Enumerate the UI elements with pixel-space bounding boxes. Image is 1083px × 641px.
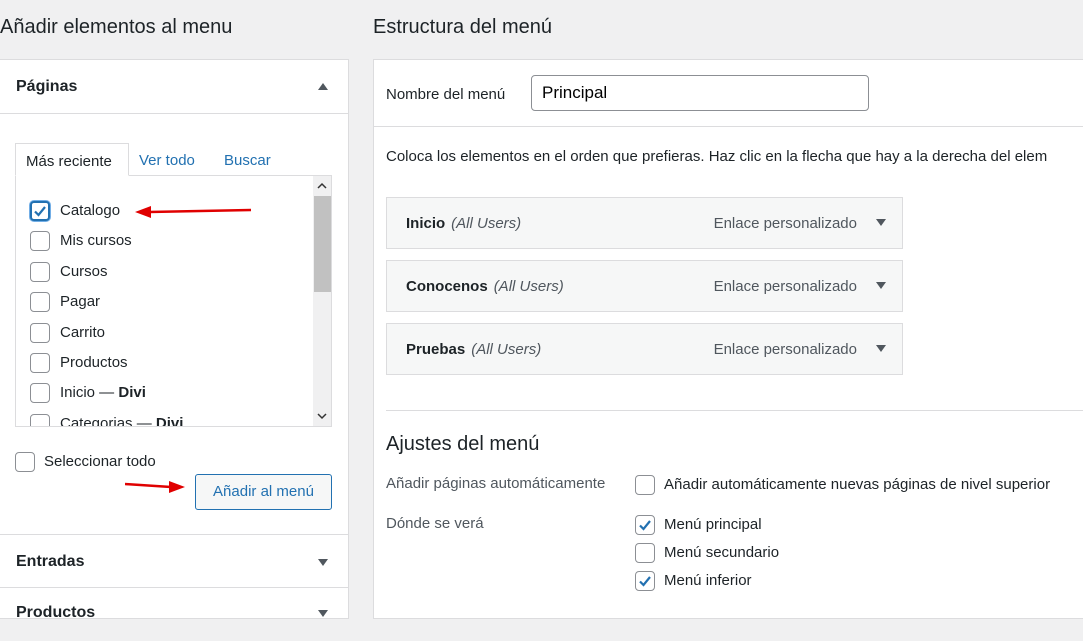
products-section-header[interactable]: Productos	[0, 587, 348, 641]
menu-name-input[interactable]	[531, 75, 869, 111]
annotation-arrow-icon	[135, 206, 252, 218]
products-section-title: Productos	[16, 604, 96, 621]
page-label: Inicio —	[60, 384, 119, 401]
menu-item-inicio[interactable]: Inicio (All Users) Enlace personalizado	[386, 197, 903, 249]
expand-arrow-icon[interactable]	[876, 345, 886, 352]
add-to-menu-button[interactable]: Añadir al menú	[195, 474, 332, 510]
expand-arrow-icon[interactable]	[318, 559, 328, 566]
checkbox[interactable]	[30, 414, 50, 426]
menu-settings-title: Ajustes del menú	[386, 433, 540, 455]
checkbox[interactable]	[30, 383, 50, 403]
select-all-checkbox[interactable]	[15, 452, 35, 472]
checkbox[interactable]	[635, 515, 655, 535]
auto-add-option-label: Añadir automáticamente nuevas páginas de…	[664, 476, 1051, 493]
scrollbar-thumb[interactable]	[314, 196, 331, 292]
checkbox[interactable]	[30, 231, 50, 251]
collapse-arrow-icon[interactable]	[318, 83, 328, 90]
page-label: Cursos	[60, 263, 108, 280]
auto-add-checkbox[interactable]	[635, 475, 655, 495]
expand-arrow-icon[interactable]	[876, 219, 886, 226]
checkbox[interactable]	[30, 201, 50, 221]
menu-item-title: Conocenos	[406, 278, 488, 295]
annotation-arrow-icon	[125, 481, 185, 493]
checkbox[interactable]	[30, 292, 50, 312]
tab-search[interactable]: Buscar	[224, 152, 271, 169]
right-panel-title: Estructura del menú	[373, 16, 552, 38]
page-label: Pagar	[60, 293, 101, 310]
page-label: Productos	[60, 354, 128, 371]
location-option-label: Menú inferior	[664, 572, 752, 589]
page-label-suffix: Divi	[155, 415, 184, 427]
entries-section-header[interactable]: Entradas	[0, 534, 348, 588]
menu-item-role: (All Users)	[493, 278, 564, 295]
expand-arrow-icon[interactable]	[876, 282, 886, 289]
menu-item-pruebas[interactable]: Pruebas (All Users) Enlace personalizado	[386, 323, 903, 375]
menu-instructions: Coloca los elementos en el orden que pre…	[386, 148, 1048, 165]
tab-most-recent[interactable]: Más reciente	[15, 143, 129, 176]
menu-item-type: Enlace personalizado	[713, 341, 857, 358]
chevron-down-icon[interactable]	[317, 411, 327, 421]
menu-name-label: Nombre del menú	[386, 86, 506, 103]
page-label: Mis cursos	[60, 232, 132, 249]
checkbox[interactable]	[30, 262, 50, 282]
page-label: Categorias —	[60, 415, 156, 427]
select-all-label: Seleccionar todo	[44, 453, 156, 470]
location-label: Dónde se verá	[386, 515, 484, 532]
location-option-label: Menú principal	[664, 516, 762, 533]
page-label: Carrito	[60, 324, 106, 341]
list-scrollbar[interactable]	[313, 176, 331, 426]
page-label: Catalogo	[60, 202, 121, 219]
checkbox[interactable]	[635, 571, 655, 591]
page-label-suffix: Divi	[118, 384, 146, 401]
checkbox[interactable]	[635, 543, 655, 563]
menu-item-type: Enlace personalizado	[713, 278, 857, 295]
checkbox[interactable]	[30, 353, 50, 373]
auto-add-label: Añadir páginas automáticamente	[386, 475, 606, 492]
menu-item-role: (All Users)	[471, 341, 542, 358]
pages-section-header[interactable]: Páginas	[0, 60, 348, 114]
menu-item-conocenos[interactable]: Conocenos (All Users) Enlace personalizad…	[386, 260, 903, 312]
menu-item-type: Enlace personalizado	[713, 215, 857, 232]
entries-section-title: Entradas	[16, 553, 85, 570]
divider	[386, 410, 1083, 411]
location-option-label: Menú secundario	[664, 544, 780, 561]
chevron-up-icon[interactable]	[317, 181, 327, 191]
left-panel-title: Añadir elementos al menu	[0, 16, 233, 38]
tab-view-all[interactable]: Ver todo	[139, 152, 195, 169]
menu-item-title: Inicio	[406, 215, 446, 232]
checkbox[interactable]	[30, 323, 50, 343]
expand-arrow-icon[interactable]	[318, 610, 328, 617]
menu-item-title: Pruebas	[406, 341, 466, 358]
divider	[374, 126, 1083, 127]
pages-section-title: Páginas	[16, 78, 78, 95]
menu-item-role: (All Users)	[451, 215, 522, 232]
